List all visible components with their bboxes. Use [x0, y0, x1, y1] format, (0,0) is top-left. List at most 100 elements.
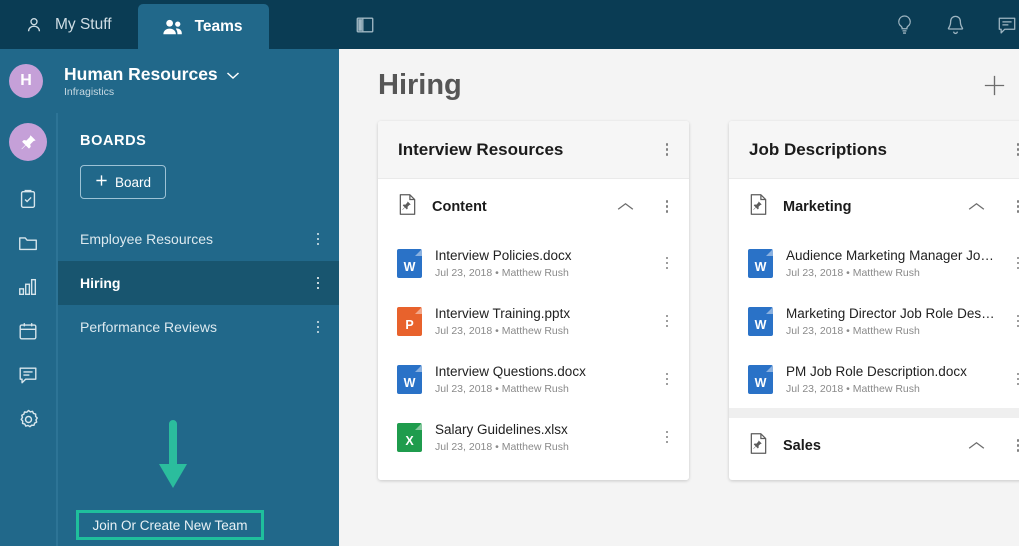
file-subtitle: Jul 23, 2018 • Matthew Rush: [786, 324, 920, 337]
file-name: Interview Policies.docx: [435, 248, 572, 264]
bar-chart-icon[interactable]: [5, 265, 51, 309]
word-file-icon: W: [748, 248, 773, 278]
file-row[interactable]: P Interview Training.pptx Jul 23, 2018 •…: [378, 292, 689, 350]
tab-bar: My Stuff Teams: [0, 0, 339, 49]
file-subtitle: Jul 23, 2018 • Matthew Rush: [786, 266, 920, 279]
sidebar-toggle-icon[interactable]: [355, 15, 375, 35]
tab-my-stuff-label: My Stuff: [55, 15, 112, 33]
board-item-menu-icon[interactable]: [313, 229, 324, 250]
tab-teams-label: Teams: [194, 17, 243, 35]
file-row[interactable]: W Marketing Director Job Role Descriptio…: [729, 292, 1019, 350]
section-marketing[interactable]: Marketing: [729, 179, 1019, 234]
file-name: PM Job Role Description.docx: [786, 364, 967, 380]
top-bar-actions: [894, 14, 1018, 36]
boards-heading: BOARDS: [80, 133, 147, 149]
file-row[interactable]: W Interview Questions.docx Jul 23, 2018 …: [378, 350, 689, 408]
add-card-button[interactable]: [981, 72, 1008, 99]
card-menu-icon[interactable]: [662, 138, 673, 161]
clipboard-check-icon[interactable]: [5, 177, 51, 221]
pin-icon[interactable]: [9, 123, 47, 161]
file-menu-icon[interactable]: [1013, 252, 1019, 275]
file-name: Marketing Director Job Role Description.…: [786, 306, 1000, 322]
comment-icon[interactable]: [5, 353, 51, 397]
chevron-down-icon[interactable]: [226, 64, 240, 84]
page-header: Hiring: [339, 49, 1019, 121]
down-arrow-annotation: [152, 418, 194, 501]
section-sales[interactable]: Sales: [729, 418, 1019, 473]
section-menu-icon[interactable]: [1013, 195, 1019, 218]
section-menu-icon[interactable]: [1013, 434, 1019, 457]
team-org: Infragistics: [64, 86, 115, 99]
file-menu-icon[interactable]: [662, 310, 673, 333]
document-pin-icon: [748, 193, 769, 221]
board-item-performance-reviews[interactable]: Performance Reviews: [58, 305, 339, 349]
card-title: Job Descriptions: [749, 139, 887, 159]
boards-panel: BOARDS Board Employee Resources Hiring P…: [57, 113, 339, 546]
chevron-up-icon[interactable]: [616, 201, 648, 212]
file-subtitle: Jul 23, 2018 • Matthew Rush: [786, 382, 920, 395]
lightbulb-icon[interactable]: [894, 14, 915, 36]
file-menu-icon[interactable]: [1013, 310, 1019, 333]
section-name: Sales: [783, 437, 821, 454]
file-subtitle: Jul 23, 2018 • Matthew Rush: [435, 440, 569, 453]
section-divider: [729, 408, 1019, 418]
board-item-employee-resources[interactable]: Employee Resources: [58, 217, 339, 261]
board-item-hiring[interactable]: Hiring: [58, 261, 339, 305]
calendar-icon[interactable]: [5, 309, 51, 353]
document-pin-icon: [397, 193, 418, 221]
card-job-descriptions: Job Descriptions Marketing W Audience Ma…: [729, 121, 1019, 480]
word-file-icon: W: [748, 306, 773, 336]
file-subtitle: Jul 23, 2018 • Matthew Rush: [435, 266, 569, 279]
word-file-icon: W: [397, 248, 422, 278]
file-meta: Salary Guidelines.xlsx Jul 23, 2018 • Ma…: [435, 421, 649, 453]
file-meta: Interview Training.pptx Jul 23, 2018 • M…: [435, 305, 649, 337]
team-name-row: Human Resources: [64, 64, 240, 84]
file-name: Interview Training.pptx: [435, 306, 571, 322]
join-or-create-team-label: Join Or Create New Team: [92, 517, 248, 533]
file-meta: Audience Marketing Manager Job Role Desc…: [786, 247, 1000, 279]
file-row[interactable]: W Interview Policies.docx Jul 23, 2018 •…: [378, 234, 689, 292]
card-padding: [378, 466, 689, 480]
person-icon: [24, 15, 44, 35]
chevron-up-icon[interactable]: [967, 201, 999, 212]
file-row[interactable]: W PM Job Role Description.docx Jul 23, 2…: [729, 350, 1019, 408]
board-item-label: Hiring: [80, 275, 121, 291]
section-name: Content: [432, 198, 487, 215]
file-meta: Interview Questions.docx Jul 23, 2018 • …: [435, 363, 649, 395]
team-header-inner: H Human Resources Infragistics: [9, 64, 240, 98]
section-menu-icon[interactable]: [662, 195, 673, 218]
gear-icon[interactable]: [5, 397, 51, 441]
file-meta: PM Job Role Description.docx Jul 23, 201…: [786, 363, 1000, 395]
tab-my-stuff[interactable]: My Stuff: [0, 0, 138, 49]
chat-icon[interactable]: [996, 14, 1018, 36]
document-pin-icon: [748, 432, 769, 460]
file-menu-icon[interactable]: [662, 368, 673, 391]
page-title: Hiring: [378, 68, 462, 101]
file-row[interactable]: W Audience Marketing Manager Job Role De…: [729, 234, 1019, 292]
icon-rail: [0, 113, 57, 546]
team-header[interactable]: H Human Resources Infragistics: [0, 49, 339, 113]
folder-icon[interactable]: [5, 221, 51, 265]
people-icon: [162, 17, 184, 37]
file-meta: Interview Policies.docx Jul 23, 2018 • M…: [435, 247, 649, 279]
add-board-button[interactable]: Board: [80, 165, 166, 199]
chevron-up-icon[interactable]: [967, 440, 999, 451]
board-item-menu-icon[interactable]: [313, 317, 324, 338]
excel-file-icon: X: [397, 422, 422, 452]
card-menu-icon[interactable]: [1013, 138, 1019, 161]
tab-teams[interactable]: Teams: [137, 4, 269, 49]
file-menu-icon[interactable]: [662, 426, 673, 449]
file-row[interactable]: X Salary Guidelines.xlsx Jul 23, 2018 • …: [378, 408, 689, 466]
bell-icon[interactable]: [945, 14, 966, 36]
join-or-create-team-button[interactable]: Join Or Create New Team: [76, 510, 264, 540]
card-header: Interview Resources: [378, 121, 689, 179]
file-menu-icon[interactable]: [662, 252, 673, 275]
file-menu-icon[interactable]: [1013, 368, 1019, 391]
section-content[interactable]: Content: [378, 179, 689, 234]
file-name: Interview Questions.docx: [435, 364, 586, 380]
word-file-icon: W: [748, 364, 773, 394]
file-name: Salary Guidelines.xlsx: [435, 422, 568, 438]
board-item-menu-icon[interactable]: [313, 273, 324, 294]
board-item-label: Employee Resources: [80, 231, 214, 247]
board-item-label: Performance Reviews: [80, 319, 217, 335]
